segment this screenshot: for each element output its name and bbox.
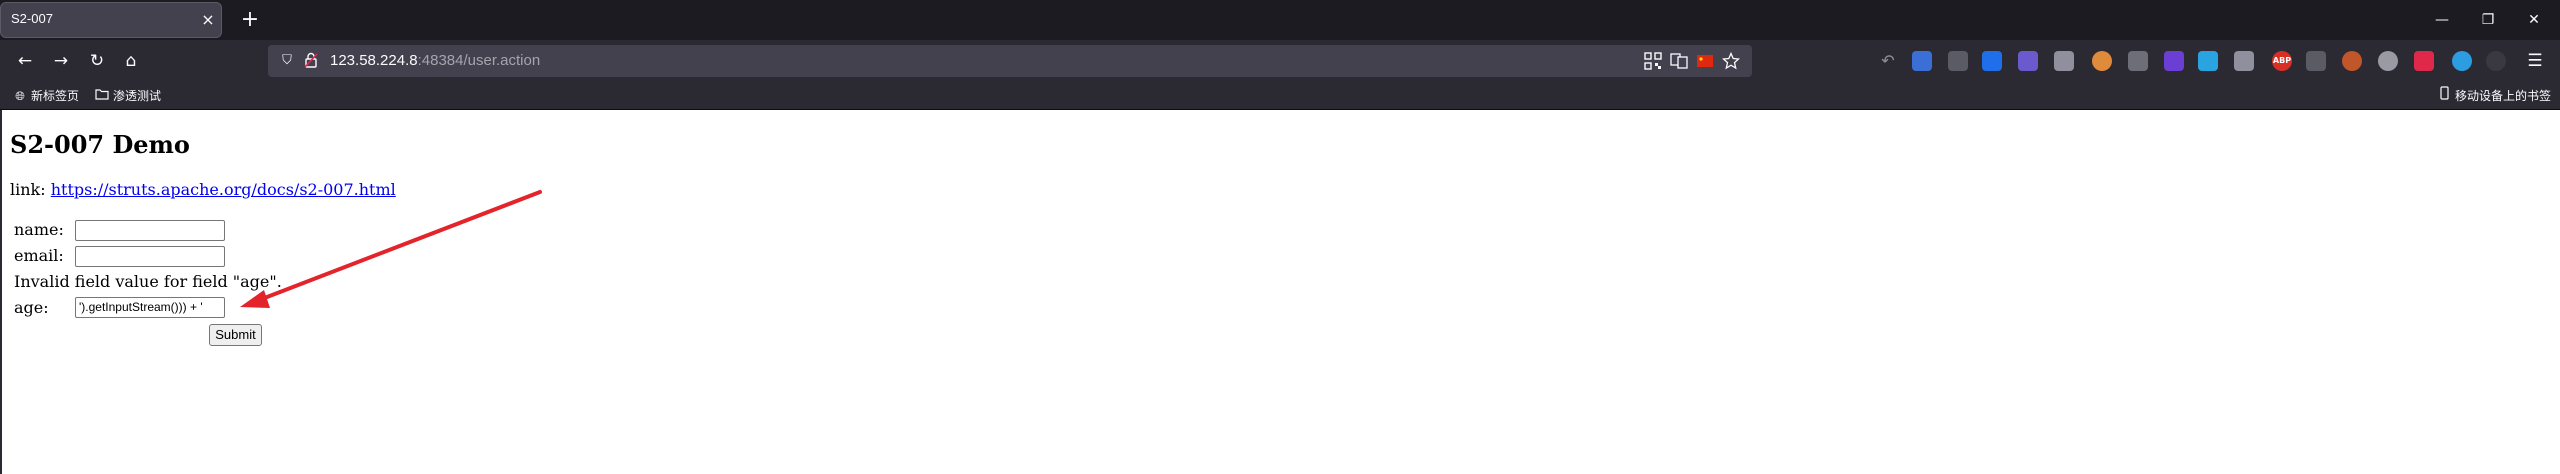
bookmark-star-icon[interactable] — [1721, 51, 1741, 70]
annotation-arrow — [240, 190, 542, 308]
extension-red-square-icon[interactable] — [2414, 51, 2434, 71]
extension-tools-icon[interactable] — [2054, 51, 2074, 71]
back-button[interactable]: ← — [10, 46, 40, 76]
extension-translate-icon[interactable] — [1912, 51, 1932, 71]
extension-ip-icon[interactable] — [2378, 51, 2398, 71]
bookmarks-bar: 🌐︎ 新标签页 渗透测试 移动设备上的书签 — [0, 82, 2560, 110]
undo-icon[interactable]: ↶ — [1878, 51, 1898, 71]
extension-users-icon[interactable] — [2128, 51, 2148, 71]
shield-icon[interactable]: ⛉ — [278, 52, 296, 70]
tab-close-icon[interactable]: × — [197, 9, 219, 31]
tab-title: S2-007 — [11, 11, 53, 26]
restore-button[interactable]: ❐ — [2466, 4, 2510, 36]
extension-circle-icon[interactable] — [2092, 51, 2112, 71]
extension-bookmark-icon[interactable] — [2018, 51, 2038, 71]
close-window-button[interactable]: ✕ — [2512, 4, 2556, 36]
extension-eye-icon[interactable] — [2452, 51, 2472, 71]
url-text[interactable]: 123.58.224.8:48384/user.action — [330, 52, 540, 69]
menu-icon[interactable]: ☰ — [2520, 46, 2550, 76]
forward-button[interactable]: → — [46, 46, 76, 76]
bookmark-new-tab[interactable]: 🌐︎ 新标签页 — [12, 86, 79, 106]
mobile-bookmarks-label: 移动设备上的书签 — [2455, 89, 2552, 103]
bookmark-new-tab-label: 新标签页 — [31, 89, 80, 103]
extension-mountain-icon[interactable] — [2234, 51, 2254, 71]
extension-cube-icon[interactable] — [2164, 51, 2184, 71]
extension-spy-icon[interactable] — [2306, 51, 2326, 71]
folder-icon — [94, 86, 110, 106]
mobile-icon — [2436, 86, 2452, 106]
tab-strip: S2-007 × + — ❐ ✕ — [0, 0, 2560, 40]
flag-icon[interactable] — [1696, 52, 1714, 70]
navigation-bar: ← → ↻ ⌂ ⛉ 123.58.224.8:48384/user.action… — [0, 40, 2560, 82]
extension-puzzle-icon[interactable] — [2198, 51, 2218, 71]
extension-checklist-icon[interactable] — [1982, 51, 2002, 71]
translate-icon[interactable] — [1670, 52, 1688, 70]
mobile-bookmarks[interactable]: 移动设备上的书签 — [2436, 86, 2551, 106]
globe-icon: 🌐︎ — [15, 89, 25, 103]
extension-mask-icon[interactable] — [2486, 51, 2506, 71]
home-button[interactable]: ⌂ — [116, 46, 146, 76]
url-host: 123.58.224.8 — [330, 52, 418, 69]
bookmark-pentest-folder[interactable]: 渗透测试 — [94, 86, 161, 106]
reload-button[interactable]: ↻ — [82, 46, 112, 76]
adblock-plus-icon[interactable]: ABP — [2272, 51, 2292, 71]
new-tab-button[interactable]: + — [236, 6, 264, 34]
qr-code-icon[interactable] — [1644, 52, 1662, 70]
tab-s2-007[interactable]: S2-007 × — [0, 2, 222, 38]
extension-glasses-icon[interactable] — [1948, 51, 1968, 71]
address-bar[interactable]: ⛉ 123.58.224.8:48384/user.action — [268, 45, 1752, 77]
bookmark-pentest-label: 渗透测试 — [113, 89, 162, 103]
extension-palette-icon[interactable] — [2342, 51, 2362, 71]
url-path: :48384/user.action — [417, 52, 541, 69]
minimize-button[interactable]: — — [2420, 4, 2464, 36]
lock-warning-icon[interactable] — [302, 52, 320, 70]
page-content: S2-007 Demo link: https://struts.apache.… — [0, 110, 2560, 474]
